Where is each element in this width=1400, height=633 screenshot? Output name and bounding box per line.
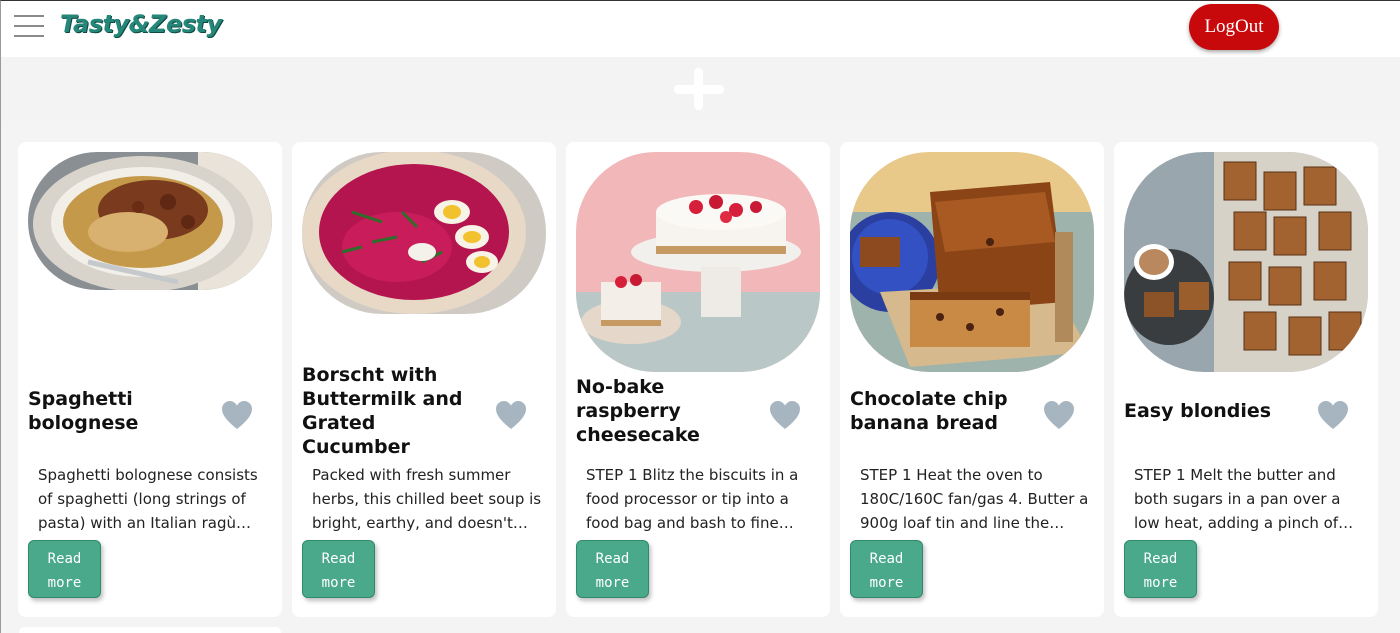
plus-icon[interactable]	[674, 68, 724, 110]
recipe-image-blondies	[1124, 152, 1368, 372]
favorite-heart-icon[interactable]	[495, 400, 527, 430]
recipe-image-spaghetti	[28, 152, 272, 290]
recipe-image-banana-bread	[850, 152, 1094, 372]
top-navbar: Tasty&Zesty LogOut	[1, 1, 1400, 57]
recipe-title: Easy blondies	[1124, 400, 1272, 422]
read-more-button[interactable]: Read more	[850, 540, 923, 598]
recipe-description: STEP 1 Heat the oven to 180C/160C fan/ga…	[860, 466, 1089, 532]
recipe-card: Borscht with Buttermilk and Grated Cucum…	[292, 142, 556, 617]
hamburger-menu-icon[interactable]	[14, 15, 44, 37]
menu-line	[14, 25, 44, 27]
read-more-button[interactable]: Read more	[28, 540, 101, 598]
recipe-description: STEP 1 Melt the butter and both sugars i…	[1134, 466, 1341, 532]
recipe-title: Chocolate chip banana bread	[850, 388, 1008, 434]
favorite-heart-icon[interactable]	[1317, 400, 1349, 430]
favorite-heart-icon[interactable]	[221, 400, 253, 430]
recipe-card: Spaghetti bolognese Spaghetti bolognese …	[18, 142, 282, 617]
favorite-heart-icon[interactable]	[769, 400, 801, 430]
recipe-description: Spaghetti bolognese consists of spaghett…	[38, 466, 258, 532]
recipe-image-borscht	[302, 152, 546, 314]
recipe-description: STEP 1 Blitz the biscuits in a food proc…	[586, 466, 799, 532]
brand-logo[interactable]: Tasty&Zesty	[60, 10, 222, 38]
recipe-card: Easy blondies STEP 1 Melt the butter and…	[1114, 142, 1378, 617]
recipe-image-cheesecake	[576, 152, 820, 372]
recipe-card: No-bake raspberry cheesecake STEP 1 Blit…	[566, 142, 830, 617]
recipe-card: Chocolate chip banana bread STEP 1 Heat …	[840, 142, 1104, 617]
recipe-title: No-bake raspberry cheesecake	[576, 376, 700, 446]
read-more-button[interactable]: Read more	[1124, 540, 1197, 598]
logout-button[interactable]: LogOut	[1189, 4, 1279, 50]
menu-line	[14, 35, 44, 37]
recipe-title: Spaghetti bolognese	[28, 388, 139, 434]
add-recipe-bar[interactable]	[1, 57, 1400, 121]
menu-line	[14, 15, 44, 17]
recipe-title: Borscht with Buttermilk and Grated Cucum…	[302, 364, 463, 458]
favorite-heart-icon[interactable]	[1043, 400, 1075, 430]
recipe-card-next-row	[19, 627, 281, 633]
recipe-description: Packed with fresh summer herbs, this chi…	[312, 466, 542, 532]
read-more-button[interactable]: Read more	[576, 540, 649, 598]
read-more-button[interactable]: Read more	[302, 540, 375, 598]
